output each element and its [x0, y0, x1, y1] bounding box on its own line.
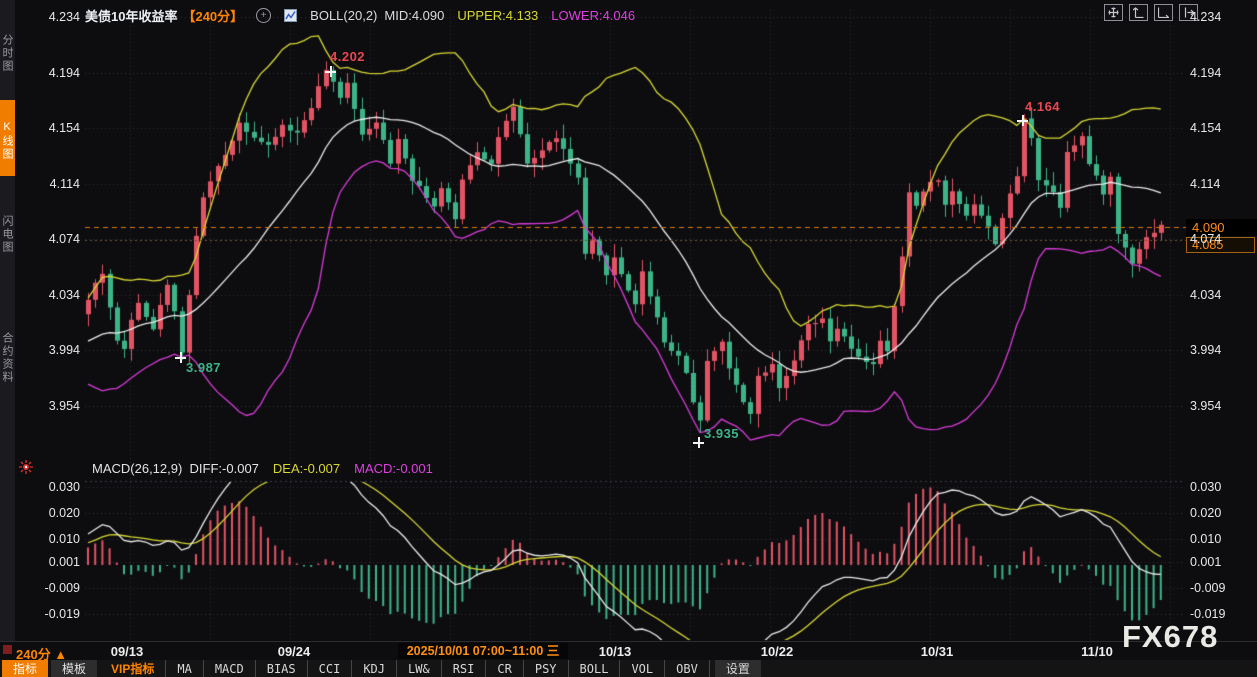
alert-spark-icon[interactable] [18, 459, 34, 480]
toolbar-indicator-vol[interactable]: VOL [619, 660, 664, 677]
macd-name: MACD(26,12,9) [92, 461, 182, 476]
boll-mid-value: MID:4.090 [384, 8, 444, 23]
chart-tools [1104, 4, 1198, 21]
macd-dea-value: DEA:-0.007 [273, 461, 340, 476]
sidebar-tab-kline[interactable]: K线图 [0, 100, 15, 176]
y-axis-label-left: 4.234 [36, 9, 80, 25]
y-axis-label-right: 3.954 [1190, 398, 1234, 414]
y-axis-label-right: 4.194 [1190, 65, 1234, 81]
sidebar-tab-contract-info[interactable]: 合约资料 [0, 284, 15, 426]
trading-app-window: 分时图 K线图 闪电图 合约资料 美债10年收益率 【240分】 + BOLL(… [0, 0, 1257, 677]
y-axis-label-left: 4.194 [36, 65, 80, 81]
macd-axis-label-right: 0.030 [1190, 479, 1234, 495]
y-axis-label-right: 4.114 [1190, 176, 1234, 192]
price-annotation: 3.987 [186, 360, 221, 375]
mini-chart-icon[interactable] [284, 9, 297, 22]
toolbar-indicator-boll[interactable]: BOLL [568, 660, 620, 677]
toolbar-indicator-cr[interactable]: CR [485, 660, 522, 677]
kline-macd-chart[interactable] [0, 0, 1257, 677]
macd-axis-label-right: -0.019 [1190, 606, 1234, 622]
pivot-cross-marker [325, 66, 336, 77]
macd-axis-label-right: 0.020 [1190, 505, 1234, 521]
y-axis-label-right: 4.234 [1190, 9, 1234, 25]
fx678-watermark: FX678 [1122, 619, 1218, 655]
macd-axis-label-right: -0.009 [1190, 580, 1234, 596]
macd-axis-label-left: 0.001 [36, 554, 80, 570]
x-axis-tick: 10/31 [897, 644, 977, 659]
toolbar-indicator-cci[interactable]: CCI [307, 660, 352, 677]
tab-template[interactable]: 模板 [51, 660, 97, 677]
chart-type-sidebar: 分时图 K线图 闪电图 合约资料 [0, 0, 15, 641]
macd-axis-label-right: 0.010 [1190, 531, 1234, 547]
y-axis-label-right: 4.154 [1190, 120, 1234, 136]
macd-axis-label-left: 0.030 [36, 479, 80, 495]
boll-label: BOLL(20,2) [310, 8, 377, 23]
boll-upper-value: UPPER:4.133 [457, 8, 538, 23]
toolbar-indicator-bias[interactable]: BIAS [255, 660, 307, 677]
y-axis-scale-icon[interactable] [1129, 4, 1148, 21]
price-annotation: 3.935 [704, 426, 739, 441]
boll-lower-value: LOWER:4.046 [551, 8, 635, 23]
settings-button[interactable]: 设置 [715, 660, 761, 677]
timeline-corner-marker [3, 645, 12, 654]
pivot-cross-marker [175, 352, 186, 363]
y-axis-label-left: 3.994 [36, 342, 80, 358]
y-axis-label-left: 3.954 [36, 398, 80, 414]
macd-axis-label-left: -0.019 [36, 606, 80, 622]
toolbar-indicator-macd[interactable]: MACD [203, 660, 255, 677]
macd-diff-value: DIFF:-0.007 [190, 461, 259, 476]
x-axis-tick: 10/13 [575, 644, 655, 659]
chart-header: 美债10年收益率 【240分】 + BOLL(20,2) MID:4.090 U… [85, 6, 635, 25]
toolbar-indicator-ma[interactable]: MA [165, 660, 202, 677]
indicator-toolbar: 指标 模板 VIP指标 MAMACDBIASCCIKDJLW&RSICRPSYB… [0, 660, 1257, 677]
pivot-cross-marker [693, 437, 704, 448]
pivot-cross-marker [1017, 115, 1028, 126]
y-axis-label-right: 4.074 [1190, 231, 1234, 247]
y-axis-label-left: 4.114 [36, 176, 80, 192]
macd-axis-label-right: 0.001 [1190, 554, 1234, 570]
time-axis-row: 240分 ▲ 2025/10/01 07:00~11:00 三 09/1309/… [0, 641, 1257, 661]
macd-axis-label-left: 0.010 [36, 531, 80, 547]
macd-axis-label-left: -0.009 [36, 580, 80, 596]
sidebar-tab-timeshare[interactable]: 分时图 [0, 2, 15, 98]
macd-legend: MACD(26,12,9) DIFF:-0.007 DEA:-0.007 MAC… [92, 461, 433, 476]
x-axis-tick: 09/13 [87, 644, 167, 659]
y-axis-label-left: 4.034 [36, 287, 80, 303]
price-annotation: 4.202 [330, 49, 365, 64]
x-axis-scale-icon[interactable] [1154, 4, 1173, 21]
instrument-title: 美债10年收益率 [85, 6, 177, 25]
tab-vip-indicator[interactable]: VIP指标 [100, 660, 165, 677]
sidebar-tab-flash[interactable]: 闪电图 [0, 180, 15, 280]
selected-bar-time: 2025/10/01 07:00~11:00 三 [398, 643, 568, 659]
macd-macd-value: MACD:-0.001 [354, 461, 433, 476]
x-axis-tick: 09/24 [254, 644, 334, 659]
move-crosshair-icon[interactable] [1104, 4, 1123, 21]
toolbar-indicator-lw[interactable]: LW& [396, 660, 441, 677]
toolbar-indicator-psy[interactable]: PSY [523, 660, 568, 677]
y-axis-label-left: 4.154 [36, 120, 80, 136]
add-indicator-icon[interactable]: + [256, 8, 271, 23]
price-annotation: 4.164 [1025, 99, 1060, 114]
toolbar-indicator-rsi[interactable]: RSI [441, 660, 486, 677]
x-axis-tick: 10/22 [737, 644, 817, 659]
period-tag[interactable]: 【240分】 [182, 6, 243, 25]
toolbar-indicator-obv[interactable]: OBV [664, 660, 710, 677]
y-axis-label-right: 4.034 [1190, 287, 1234, 303]
macd-axis-label-left: 0.020 [36, 505, 80, 521]
y-axis-label-right: 3.994 [1190, 342, 1234, 358]
y-axis-label-left: 4.074 [36, 231, 80, 247]
toolbar-indicator-kdj[interactable]: KDJ [351, 660, 396, 677]
tab-indicator[interactable]: 指标 [2, 660, 48, 677]
